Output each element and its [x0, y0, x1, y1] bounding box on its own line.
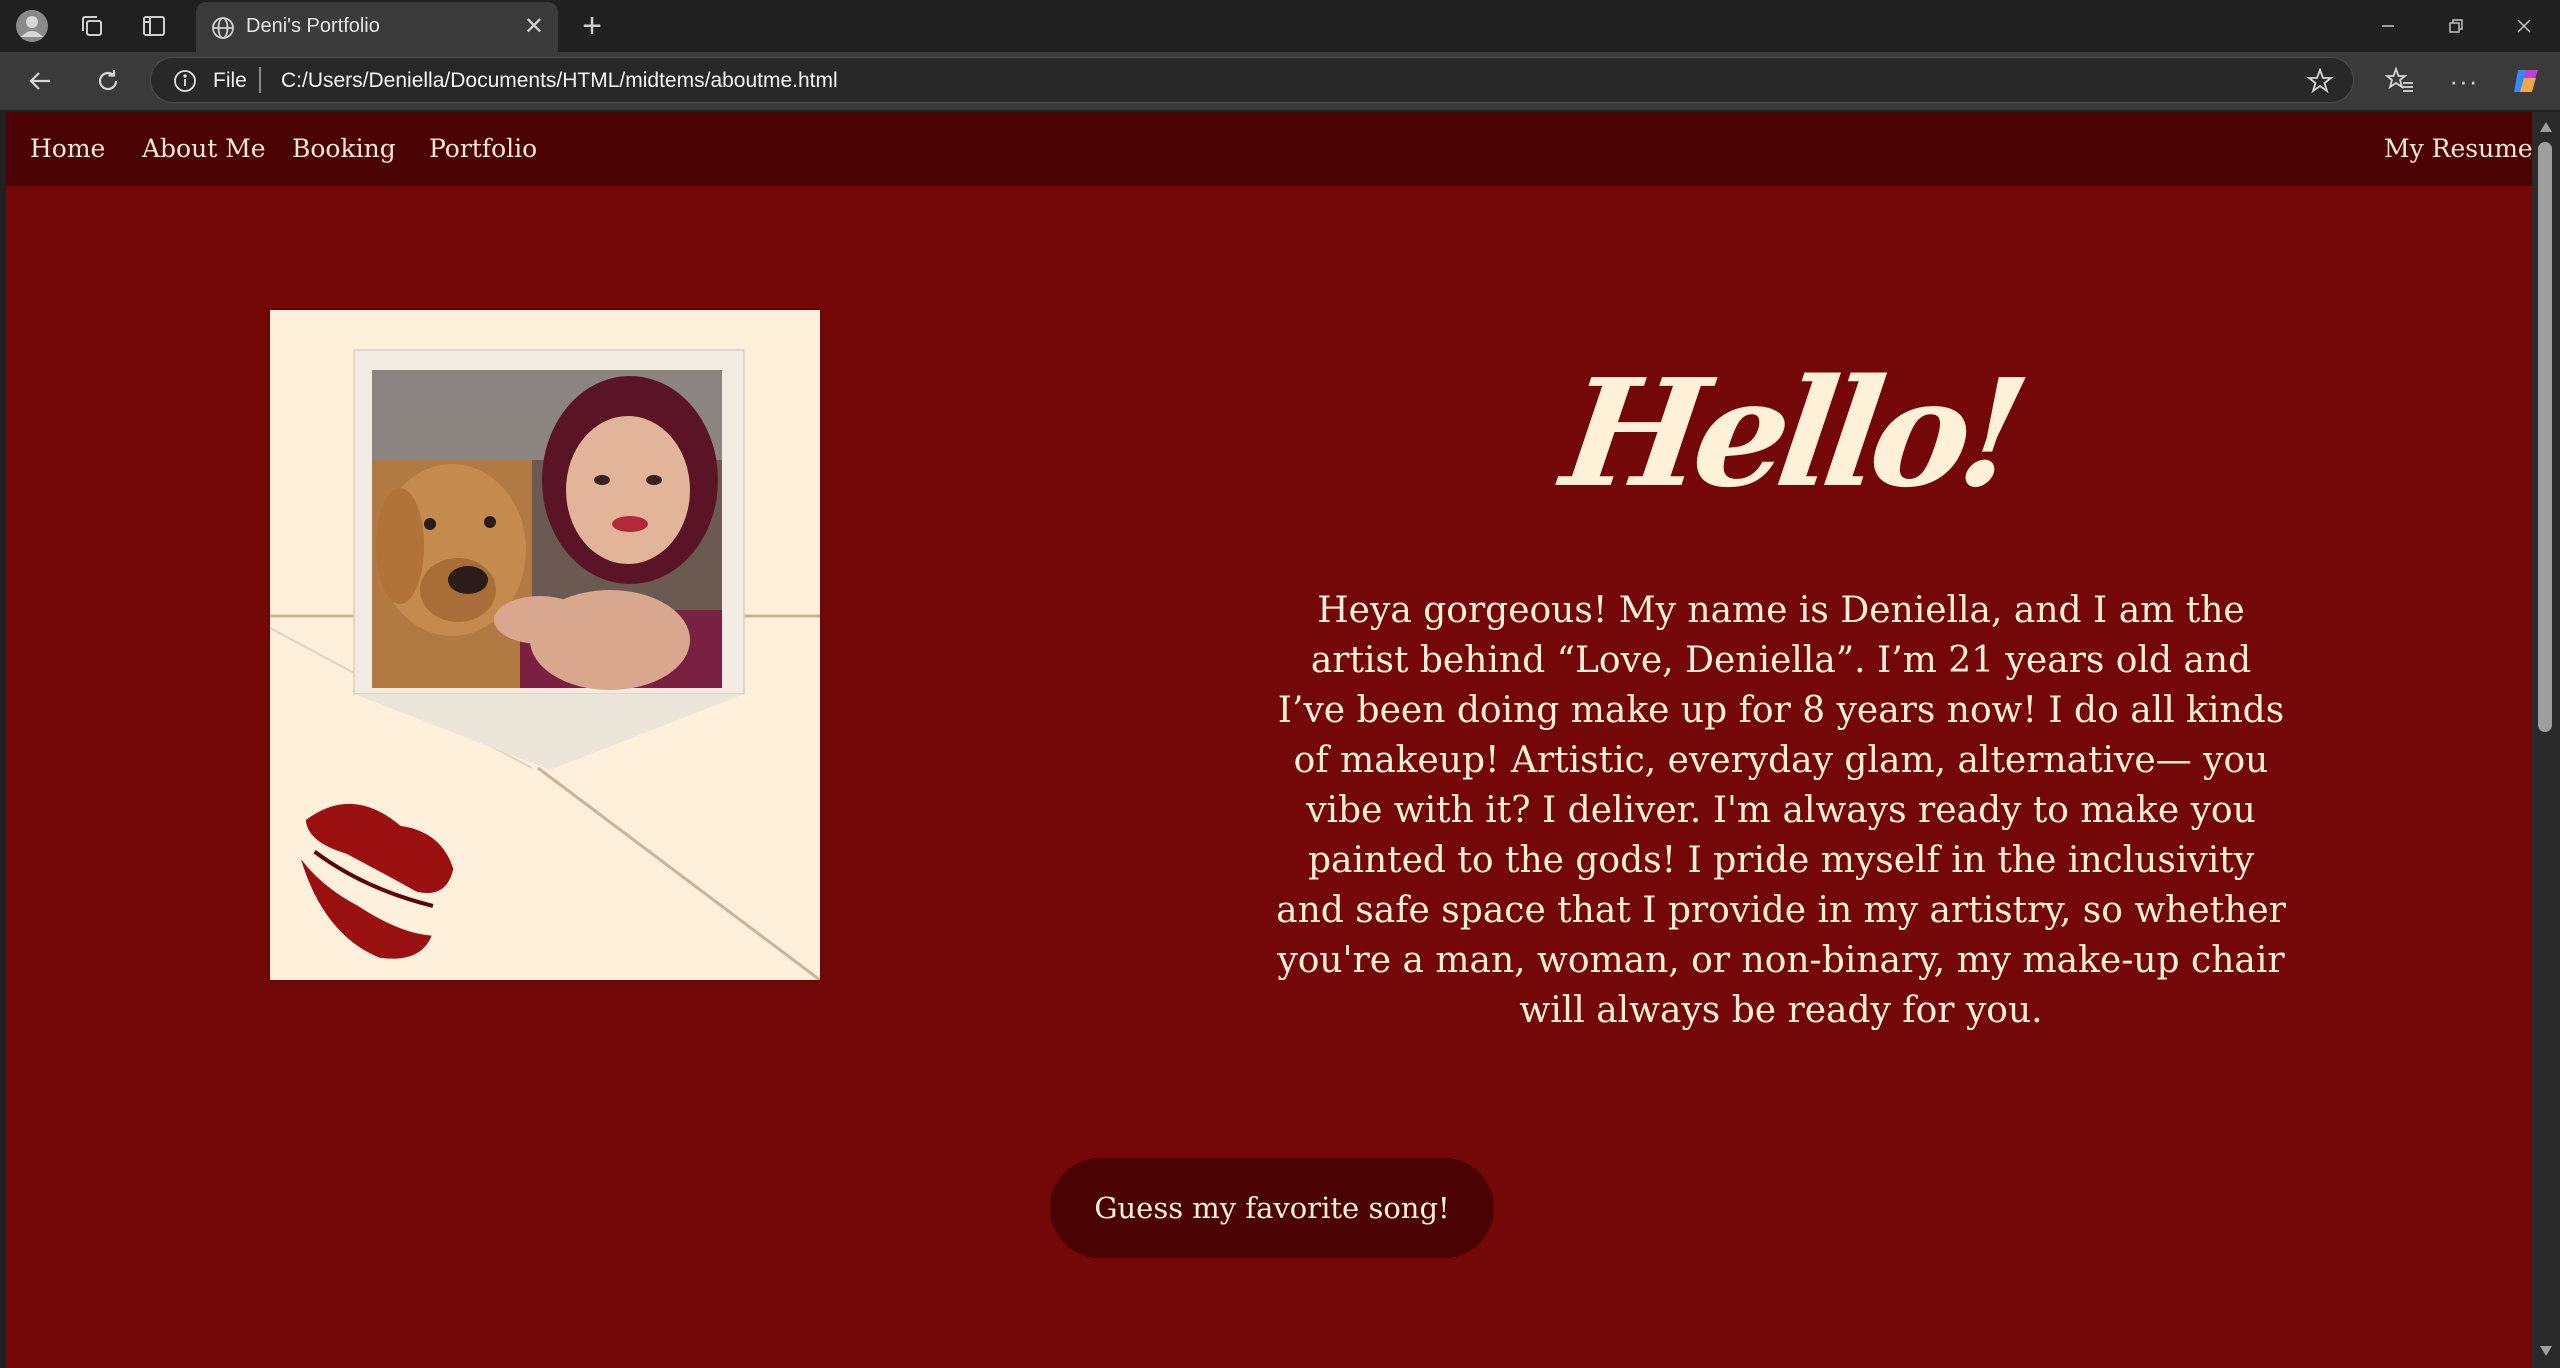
browser-tab-strip: Deni's Portfolio ✕ +: [0, 0, 2560, 52]
refresh-icon[interactable]: [90, 63, 126, 99]
about-me-bio: Heya gorgeous! My name is Deniella, and …: [1276, 590, 2286, 1031]
lipstick-kiss-icon: [300, 803, 454, 959]
address-bar[interactable]: File C:/Users/Deniella/Documents/HTML/mi…: [150, 57, 2354, 103]
scheme-label: File: [213, 69, 247, 92]
browser-toolbar: File C:/Users/Deniella/Documents/HTML/mi…: [0, 52, 2560, 110]
tab-close-icon[interactable]: ✕: [524, 15, 544, 39]
scroll-up-icon[interactable]: [2538, 120, 2554, 134]
scrollbar-thumb[interactable]: [2538, 142, 2552, 732]
hello-heading: Hello!: [1553, 346, 2029, 520]
envelope-illustration: [269, 349, 821, 982]
scroll-down-icon[interactable]: [2538, 1344, 2554, 1358]
favorites-icon[interactable]: [2382, 63, 2418, 99]
more-icon[interactable]: ···: [2446, 63, 2482, 99]
nav-home[interactable]: Home: [30, 134, 105, 163]
back-icon[interactable]: [22, 63, 58, 99]
copilot-icon[interactable]: [2508, 63, 2546, 99]
restore-icon[interactable]: [2426, 8, 2486, 44]
nav-portfolio[interactable]: Portfolio: [429, 134, 537, 163]
nav-my-resume[interactable]: My Resume: [2384, 134, 2532, 163]
url-text[interactable]: C:/Users/Deniella/Documents/HTML/midtems…: [281, 69, 838, 93]
page-viewport: Home About Me Booking Portfolio My Resum…: [6, 112, 2532, 1368]
profile-photo-card: [269, 310, 821, 982]
new-tab-icon[interactable]: +: [574, 8, 610, 44]
guess-favorite-song-button[interactable]: Guess my favorite song!: [1050, 1158, 1494, 1258]
globe-icon: [210, 15, 236, 41]
minimize-icon[interactable]: [2358, 8, 2418, 44]
favorite-star-icon[interactable]: [2306, 67, 2334, 94]
page-scrollbar[interactable]: [2532, 112, 2560, 1368]
workspaces-icon[interactable]: [76, 10, 108, 42]
active-tab[interactable]: Deni's Portfolio ✕: [196, 2, 558, 52]
nav-booking[interactable]: Booking: [292, 134, 396, 163]
tab-title: Deni's Portfolio: [246, 15, 380, 37]
nav-about-me[interactable]: About Me: [142, 134, 266, 163]
close-icon[interactable]: [2494, 8, 2554, 44]
site-navbar: Home About Me Booking Portfolio My Resum…: [6, 112, 2532, 186]
profile-icon[interactable]: [14, 8, 50, 44]
address-separator: [259, 67, 261, 93]
tab-actions-icon[interactable]: [138, 10, 170, 42]
info-icon[interactable]: [173, 69, 197, 93]
